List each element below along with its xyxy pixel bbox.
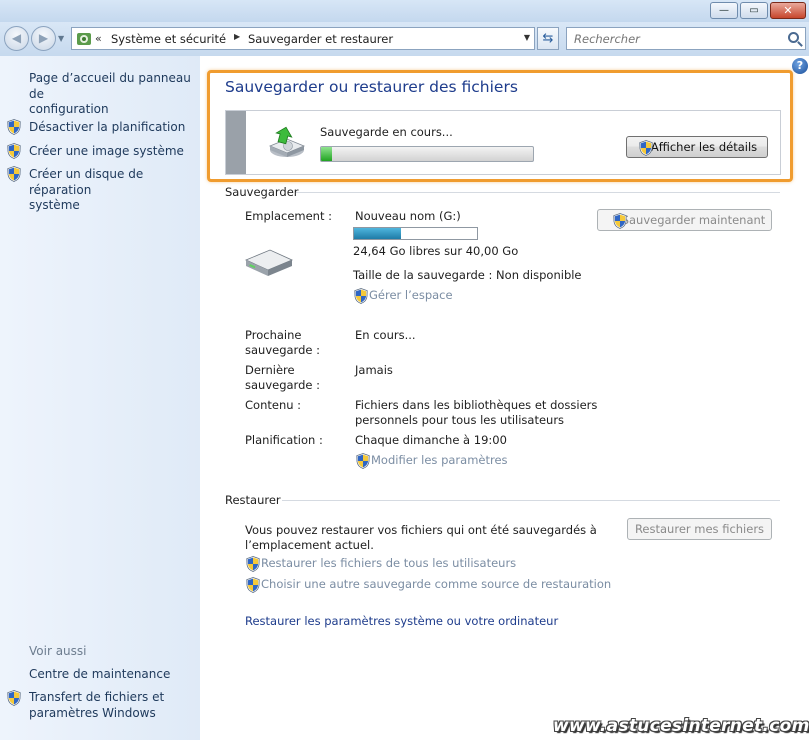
- change-settings-link[interactable]: Modifier les paramètres: [371, 453, 508, 468]
- minimize-button[interactable]: —: [710, 2, 738, 19]
- restore-my-files-button[interactable]: Restaurer mes fichiers: [627, 518, 772, 540]
- uac-shield-icon: [246, 577, 260, 593]
- disk-space-used: [354, 228, 401, 239]
- uac-shield-icon: [639, 140, 653, 156]
- close-icon: ✕: [783, 4, 793, 17]
- breadcrumb-separator-icon[interactable]: ▶: [234, 32, 240, 41]
- uac-shield-icon: [7, 690, 21, 706]
- backup-now-button[interactable]: Sauvegarder maintenant: [597, 209, 772, 231]
- breadcrumb-prefix[interactable]: «: [95, 32, 102, 45]
- address-bar[interactable]: « Système et sécurité ▶ Sauvegarder et r…: [71, 27, 535, 50]
- navigation-bar: ◀ ▶ ▼ « Système et sécurité ▶ Sauvegarde…: [0, 22, 809, 56]
- back-arrow-icon: ◀: [11, 31, 22, 45]
- maximize-button[interactable]: ▭: [740, 2, 768, 19]
- search-box[interactable]: [566, 27, 806, 50]
- title-bar: — ▭ ✕: [0, 0, 809, 22]
- left-task-pane: Page d’accueil du panneau de configurati…: [0, 56, 200, 740]
- backup-section-divider: [296, 192, 780, 193]
- close-button[interactable]: ✕: [770, 2, 806, 19]
- control-panel-icon: [77, 33, 91, 45]
- address-dropdown-icon[interactable]: ▼: [524, 33, 530, 42]
- restore-description: Vous pouvez restaurer vos fichiers qui o…: [245, 523, 597, 552]
- page-title: Sauvegarder ou restaurer des fichiers: [225, 78, 518, 96]
- restore-all-users-link[interactable]: Restaurer les fichiers de tous les utili…: [261, 556, 516, 571]
- uac-shield-icon: [7, 166, 21, 182]
- forward-button[interactable]: ▶: [31, 26, 56, 51]
- last-backup-value: Jamais: [355, 363, 393, 377]
- windows-easy-transfer-link[interactable]: Transfert de fichiers et paramètres Wind…: [29, 690, 164, 721]
- schedule-label: Planification :: [245, 433, 323, 447]
- uac-shield-icon: [356, 453, 370, 469]
- choose-other-backup-link[interactable]: Choisir une autre sauvegarde comme sourc…: [261, 577, 611, 592]
- breadcrumb-backup-restore[interactable]: Sauvegarder et restaurer: [248, 32, 393, 46]
- action-center-link[interactable]: Centre de maintenance: [29, 667, 170, 683]
- backup-status-panel: Sauvegarde en cours... Afficher les déta…: [225, 110, 781, 175]
- uac-shield-icon: [246, 556, 260, 572]
- next-backup-label: Prochaine sauvegarde :: [245, 328, 320, 357]
- search-icon[interactable]: [788, 32, 799, 43]
- backup-drive-icon: [268, 126, 306, 157]
- status-side-bar: [226, 111, 246, 174]
- refresh-button[interactable]: ⇆: [537, 27, 559, 50]
- backup-section-title: Sauvegarder: [225, 185, 299, 199]
- contents-label: Contenu :: [245, 398, 302, 412]
- site-watermark: www.astucesinternet.com: [553, 716, 809, 736]
- location-label: Emplacement :: [245, 209, 333, 223]
- uac-shield-icon: [7, 119, 21, 135]
- breadcrumb-system-security[interactable]: Système et sécurité: [111, 32, 226, 46]
- restore-section-divider: [282, 500, 780, 501]
- search-input[interactable]: [574, 29, 784, 49]
- disable-schedule-link[interactable]: Désactiver la planification: [29, 120, 185, 136]
- uac-shield-icon: [7, 143, 21, 159]
- view-details-button[interactable]: Afficher les détails: [626, 136, 768, 158]
- recover-system-link[interactable]: Restaurer les paramètres système ou votr…: [245, 614, 558, 628]
- last-backup-label: Dernière sauvegarde :: [245, 363, 320, 392]
- backup-progress-fill: [321, 147, 332, 161]
- uac-shield-icon: [354, 288, 368, 304]
- manage-space-link[interactable]: Gérer l’espace: [369, 288, 453, 303]
- back-button[interactable]: ◀: [4, 26, 29, 51]
- restore-section-title: Restaurer: [225, 493, 281, 507]
- uac-shield-icon: [613, 213, 627, 229]
- minimize-icon: —: [719, 5, 729, 16]
- disk-space-text: 24,64 Go libres sur 40,00 Go: [353, 244, 519, 258]
- schedule-value: Chaque dimanche à 19:00: [355, 433, 507, 447]
- forward-arrow-icon: ▶: [38, 31, 49, 45]
- disk-space-bar: [353, 227, 478, 240]
- create-repair-disc-link[interactable]: Créer un disque de réparation système: [29, 167, 200, 214]
- maximize-icon: ▭: [749, 5, 759, 16]
- next-backup-value: En cours...: [355, 328, 416, 342]
- hard-drive-icon: [244, 249, 294, 276]
- backup-status-text: Sauvegarde en cours...: [320, 125, 453, 139]
- contents-value: Fichiers dans les bibliothèques et dossi…: [355, 398, 598, 427]
- control-panel-home-link[interactable]: Page d’accueil du panneau de configurati…: [29, 71, 200, 118]
- create-system-image-link[interactable]: Créer une image système: [29, 144, 184, 160]
- help-icon: ?: [796, 59, 804, 72]
- recent-pages-dropdown-icon[interactable]: ▼: [58, 34, 64, 43]
- location-value: Nouveau nom (G:): [355, 209, 461, 223]
- backup-size: Taille de la sauvegarde : Non disponible: [353, 268, 582, 282]
- refresh-icon: ⇆: [542, 31, 554, 46]
- see-also-heading: Voir aussi: [29, 644, 87, 658]
- help-button[interactable]: ?: [792, 58, 808, 74]
- backup-progress-bar: [320, 146, 534, 162]
